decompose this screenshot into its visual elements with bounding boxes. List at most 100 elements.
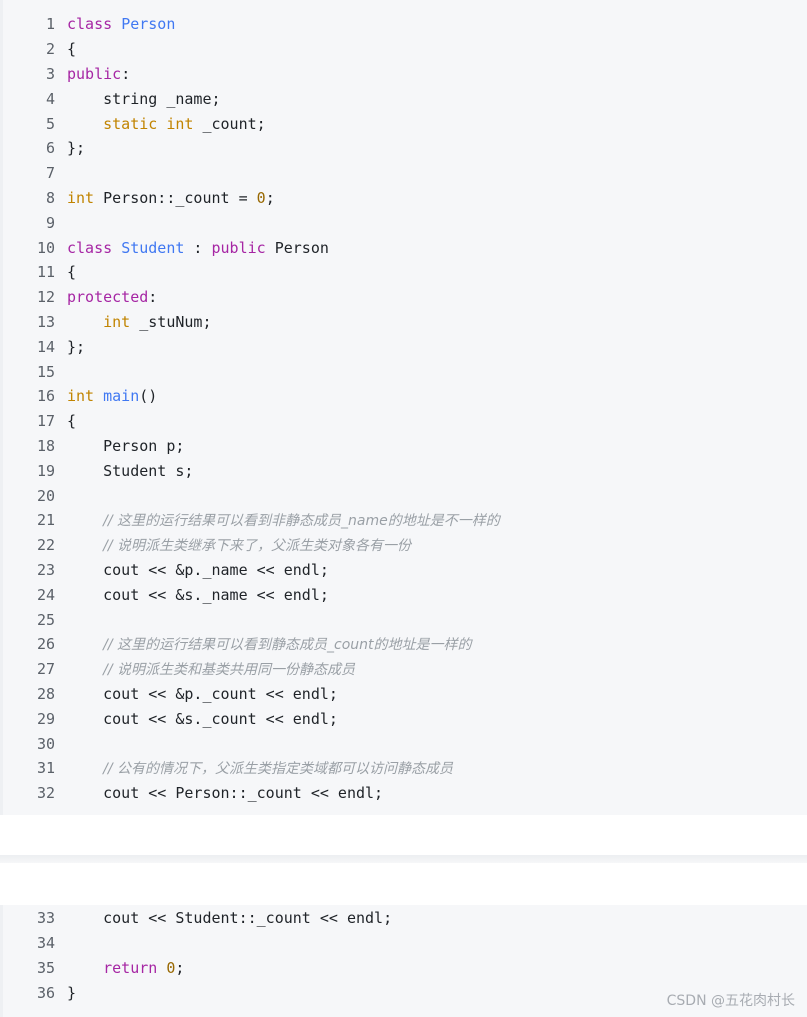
- code-token: protected: [67, 288, 149, 307]
- code-text: int main(): [67, 387, 157, 405]
- line-number: 14: [36, 337, 55, 356]
- code-line: 32 cout << Person::_count << endl;: [3, 781, 807, 806]
- line-number: 2: [45, 40, 55, 59]
- code-line: 4 string _name;: [3, 86, 807, 111]
- line-number: 30: [36, 734, 55, 753]
- code-line: 20: [3, 483, 807, 508]
- line-number: 3: [45, 64, 55, 83]
- code-token: cout << &s._name << endl;: [67, 585, 329, 604]
- code-text: protected:: [67, 288, 157, 306]
- code-token: _stuNum;: [130, 312, 212, 331]
- code-token: cout << Person::_count << endl;: [67, 784, 384, 803]
- line-number: 34: [36, 934, 55, 953]
- code-line: 17 {: [3, 409, 807, 434]
- line-number: 4: [45, 89, 55, 108]
- code-line: 27 // 说明派生类和基类共用同一份静态成员: [3, 657, 807, 682]
- code-token: public: [211, 238, 266, 257]
- code-line: 13 int _stuNum;: [3, 310, 807, 335]
- code-token: int: [67, 387, 95, 406]
- code-text: Person p;: [67, 437, 184, 455]
- code-text: class Student : public Person: [67, 239, 329, 257]
- code-line: 23 cout << &p._name << endl;: [3, 558, 807, 583]
- line-number: 17: [36, 412, 55, 431]
- code-line: 14};: [3, 334, 807, 359]
- line-number: 27: [36, 660, 55, 679]
- code-line: 7: [3, 161, 807, 186]
- code-text: {: [67, 412, 76, 430]
- code-text: int Person::_count = 0;: [67, 189, 275, 207]
- line-number: 12: [36, 288, 55, 307]
- code-token: ;: [265, 188, 275, 207]
- line-number: 13: [36, 312, 55, 331]
- code-text: // 这里的运行结果可以看到非静态成员_name的地址是不一样的: [67, 510, 500, 530]
- code-token: (): [139, 387, 158, 406]
- code-text: cout << &p._count << endl;: [67, 685, 338, 703]
- code-line: 34: [3, 931, 807, 956]
- code-text: };: [67, 139, 85, 157]
- line-number: 31: [36, 759, 55, 778]
- code-text: Student s;: [67, 462, 193, 480]
- code-token: };: [67, 337, 86, 356]
- code-token: :: [148, 288, 158, 307]
- code-line: 35 return 0;: [3, 956, 807, 981]
- code-line: 30: [3, 731, 807, 756]
- line-number: 7: [45, 164, 55, 183]
- code-token: cout << Student::_count << endl;: [67, 909, 393, 928]
- line-number: 26: [36, 635, 55, 654]
- code-token: cout << &s._count << endl;: [67, 709, 338, 728]
- code-text: {: [67, 40, 76, 58]
- code-token: Person p;: [67, 436, 185, 455]
- code-line: 16 int main(): [3, 384, 807, 409]
- code-text: string _name;: [67, 90, 220, 108]
- code-token: :: [184, 238, 212, 257]
- code-line: 22 // 说明派生类继承下来了，父派生类对象各有一份: [3, 533, 807, 558]
- code-text: // 公有的情况下，父派生类指定类域都可以访问静态成员: [67, 758, 453, 778]
- code-comment: // 说明派生类继承下来了，父派生类对象各有一份: [103, 538, 412, 555]
- code-block-top: 1 class Person 2{3 public: 4 string _name; 5 …: [0, 0, 807, 815]
- code-line: 11 {: [3, 260, 807, 285]
- line-number: 18: [36, 436, 55, 455]
- code-token: ;: [175, 958, 185, 977]
- code-text: int _stuNum;: [67, 312, 212, 331]
- code-text: cout << &s._count << endl;: [67, 710, 338, 728]
- line-number: 5: [45, 114, 55, 133]
- line-number: 10: [36, 238, 55, 257]
- code-token: int: [103, 312, 131, 331]
- line-number: 33: [36, 909, 55, 928]
- code-text: // 说明派生类和基类共用同一份静态成员: [67, 659, 355, 679]
- code-token: }: [67, 983, 77, 1002]
- code-line: 19 Student s;: [3, 458, 807, 483]
- code-text: static int _count;: [67, 115, 266, 133]
- code-token: public: [67, 64, 122, 83]
- code-token: return: [103, 958, 158, 977]
- code-comment: // 这里的运行结果可以看到静态成员_count的地址是一样的: [103, 637, 472, 654]
- line-number: 20: [36, 486, 55, 505]
- code-token: cout << &p._name << endl;: [67, 560, 329, 579]
- line-number: 22: [36, 536, 55, 555]
- code-token: {: [67, 412, 77, 431]
- code-line: 24 cout << &s._name << endl;: [3, 582, 807, 607]
- line-number: 35: [36, 958, 55, 977]
- code-line: 31 // 公有的情况下，父派生类指定类域都可以访问静态成员: [3, 756, 807, 781]
- line-number: 9: [45, 213, 55, 232]
- code-token: cout << &p._count << endl;: [67, 684, 338, 703]
- code-token: int: [166, 114, 194, 133]
- csdn-watermark: CSDN @五花肉村长: [666, 993, 795, 1009]
- line-number: 36: [36, 983, 55, 1002]
- code-token: main: [103, 387, 140, 406]
- code-token: {: [67, 263, 77, 282]
- code-comment: // 这里的运行结果可以看到非静态成员_name的地址是不一样的: [103, 513, 500, 530]
- line-number: 15: [36, 362, 55, 381]
- line-number: 1: [45, 15, 55, 34]
- code-line: 28 cout << &p._count << endl;: [3, 682, 807, 707]
- code-comment: // 公有的情况下，父派生类指定类域都可以访问静态成员: [103, 761, 454, 778]
